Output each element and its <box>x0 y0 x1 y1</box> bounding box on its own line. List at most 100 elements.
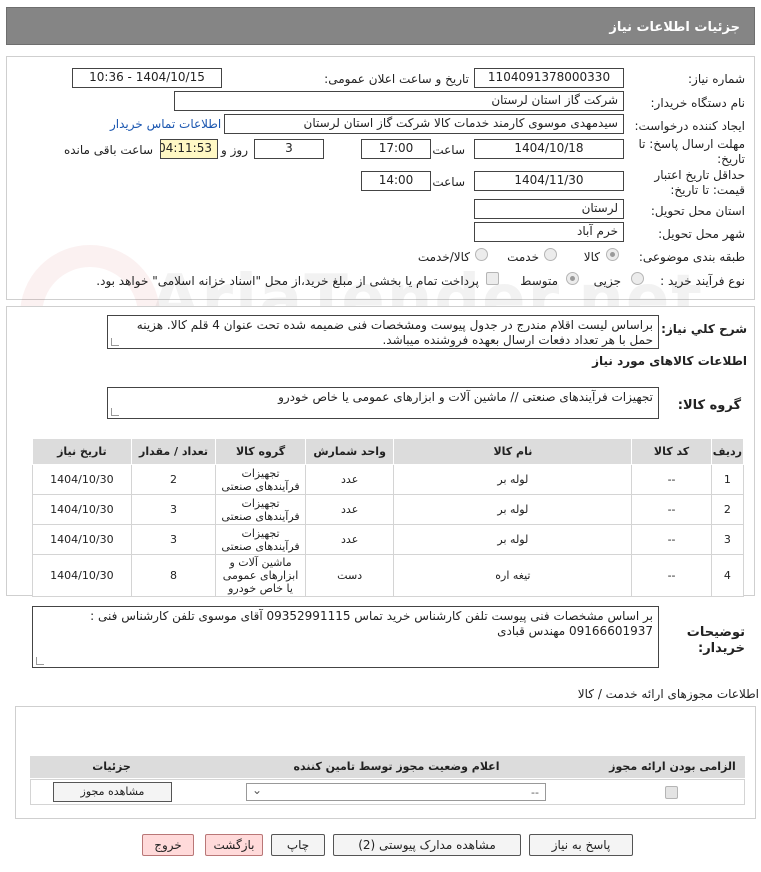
purchase-radio-minor[interactable] <box>631 272 644 285</box>
cell-qty: 8 <box>130 554 217 597</box>
remaining-label: ساعت باقی مانده <box>63 143 153 157</box>
col-header-code: کد کالا <box>631 438 712 465</box>
deadline-label-line1: مهلت ارسال پاسخ: تا <box>638 137 745 151</box>
purchase-option-medium: متوسط <box>520 274 558 288</box>
cell-group: تجهیزات فرآیندهای صنعتی <box>215 494 306 525</box>
treasury-checkbox[interactable] <box>486 272 499 285</box>
contact-info-link[interactable]: اطلاعات تماس خریدار <box>110 117 221 131</box>
col-header-date: تاریخ نیاز <box>32 438 132 465</box>
reply-button[interactable]: پاسخ به نیاز <box>529 834 633 856</box>
permits-title: اطلاعات مجوزهای ارائه خدمت / کالا <box>577 687 759 701</box>
permit-required-checkbox <box>665 786 678 799</box>
need-number-label: شماره نیاز: <box>688 72 745 86</box>
table-header-row: ردیف کد کالا نام کالا واحد شمارش گروه کا… <box>32 438 745 465</box>
need-number-field: 1104091378000330 <box>474 68 624 88</box>
cell-qty: 3 <box>130 524 217 555</box>
cell-group: ماشین آلات و ابزارهای عمومی یا خاص خودرو <box>215 554 306 597</box>
col-header-qty: تعداد / مقدار <box>130 438 217 465</box>
cell-qty: 3 <box>130 494 217 525</box>
resize-grip-icon[interactable] <box>36 657 44 665</box>
table-row: 3 -- لوله بر عدد تجهیزات فرآیندهای صنعتی… <box>32 524 745 555</box>
buyer-notes-text: بر اساس مشخصات فنی پیوست تلفن کارشناس خر… <box>90 609 653 638</box>
cell-row: 1 <box>710 464 745 495</box>
cell-code: -- <box>631 524 712 555</box>
purchase-type-label: نوع فرآیند خرید : <box>660 274 745 288</box>
announce-label: تاریخ و ساعت اعلان عمومی: <box>324 72 469 86</box>
validity-label: حداقل تاریخ اعتبار قیمت: تا تاریخ: <box>654 168 745 198</box>
buyer-notes-label-line1: توضیحات <box>686 625 745 640</box>
category-label: طبقه بندی موضوعی: <box>638 250 745 264</box>
goods-group-field: تجهیزات فرآیندهای صنعتی // ماشین آلات و … <box>107 387 659 419</box>
creator-label: ایجاد کننده درخواست: <box>634 119 745 133</box>
cell-date: 1404/10/30 <box>32 524 132 555</box>
purchase-option-minor: جزیی <box>593 274 621 288</box>
cell-code: -- <box>631 464 712 495</box>
cell-row: 3 <box>710 524 745 555</box>
cell-code: -- <box>631 494 712 525</box>
cell-unit: عدد <box>304 494 395 525</box>
category-radio-goods-service[interactable] <box>475 248 488 261</box>
cell-date: 1404/10/30 <box>32 464 132 495</box>
category-radio-service[interactable] <box>544 248 557 261</box>
deadline-time-field: 17:00 <box>361 139 431 159</box>
items-table-wrap: ردیف کد کالا نام کالا واحد شمارش گروه کا… <box>32 438 745 597</box>
description-content: براساس لیست اقلام مندرج در جدول پیوست وم… <box>136 318 653 347</box>
goods-group-label: گروه کالا: <box>677 398 741 413</box>
cell-name: تیغه اره <box>393 554 633 597</box>
validity-label-line1: حداقل تاریخ اعتبار <box>654 168 745 182</box>
days-field: 3 <box>254 139 324 159</box>
validity-label-line2: قیمت: تا تاریخ: <box>670 183 745 197</box>
chevron-down-icon: ⌄ <box>252 783 263 797</box>
cell-group: تجهیزات فرآیندهای صنعتی <box>215 464 306 495</box>
cell-code: -- <box>631 554 712 597</box>
deadline-label-line2: تاریخ: <box>717 152 745 166</box>
validity-date-field: 1404/11/30 <box>474 171 624 191</box>
remaining-time-field: 04:11:53 <box>160 139 218 159</box>
buyer-notes-field: بر اساس مشخصات فنی پیوست تلفن کارشناس خر… <box>32 606 659 668</box>
payment-note: پرداخت تمام یا بخشی از مبلغ خرید،از محل … <box>96 274 479 288</box>
buyer-org-label: نام دستگاه خریدار: <box>650 96 746 110</box>
goods-group-value: تجهیزات فرآیندهای صنعتی // ماشین آلات و … <box>278 390 653 404</box>
permits-header-row: الزامی بودن ارائه مجوز اعلام وضعیت مجوز … <box>30 756 745 778</box>
days-label: روز و <box>221 143 248 157</box>
announce-field: 1404/10/15 - 10:36 <box>72 68 222 88</box>
print-button[interactable]: چاپ <box>271 834 325 856</box>
exit-button[interactable]: خروج <box>142 834 194 856</box>
cell-date: 1404/10/30 <box>32 554 132 597</box>
validity-time-label: ساعت <box>432 175 465 189</box>
permit-status-select[interactable]: -- ⌄ <box>246 783 546 801</box>
purchase-radio-medium[interactable] <box>566 272 579 285</box>
cell-unit: عدد <box>304 524 395 555</box>
col-header-group: گروه کالا <box>215 438 306 465</box>
cell-unit: دست <box>304 554 395 597</box>
province-field: لرستان <box>474 199 624 219</box>
category-option-goods-service: کالا/خدمت <box>417 250 470 264</box>
resize-grip-icon[interactable] <box>111 408 119 416</box>
description-label: شرح کلي نياز: <box>661 322 747 336</box>
buyer-notes-label-line2: خریدار: <box>698 641 745 656</box>
cell-qty: 2 <box>130 464 217 495</box>
cell-name: لوله بر <box>393 524 633 555</box>
cell-name: لوله بر <box>393 494 633 525</box>
view-permit-button[interactable]: مشاهده مجوز <box>53 782 172 802</box>
cell-date: 1404/10/30 <box>32 494 132 525</box>
table-row: 4 -- تیغه اره دست ماشین آلات و ابزارهای … <box>32 554 745 597</box>
city-label: شهر محل تحویل: <box>658 227 745 241</box>
permits-col-status: اعلام وضعیت مجوز توسط تامین کننده <box>293 760 500 773</box>
category-option-goods: کالا <box>583 250 600 264</box>
cell-name: لوله بر <box>393 464 633 495</box>
category-option-service: خدمت <box>507 250 539 264</box>
cell-group: تجهیزات فرآیندهای صنعتی <box>215 524 306 555</box>
view-attachments-button[interactable]: مشاهده مدارک پیوستی (2) <box>333 834 521 856</box>
category-radio-goods[interactable] <box>606 248 619 261</box>
resize-grip-icon[interactable] <box>111 338 119 346</box>
cell-row: 2 <box>710 494 745 525</box>
table-row: 2 -- لوله بر عدد تجهیزات فرآیندهای صنعتی… <box>32 494 745 525</box>
creator-field: سیدمهدی موسوی کارمند خدمات کالا شرکت گاز… <box>224 114 624 134</box>
col-header-name: نام کالا <box>393 438 633 465</box>
col-header-row: ردیف <box>710 438 745 465</box>
validity-time-field: 14:00 <box>361 171 431 191</box>
permits-col-details: جزئیات <box>92 760 131 773</box>
back-button[interactable]: بازگشت <box>205 834 263 856</box>
items-table: ردیف کد کالا نام کالا واحد شمارش گروه کا… <box>32 438 745 597</box>
